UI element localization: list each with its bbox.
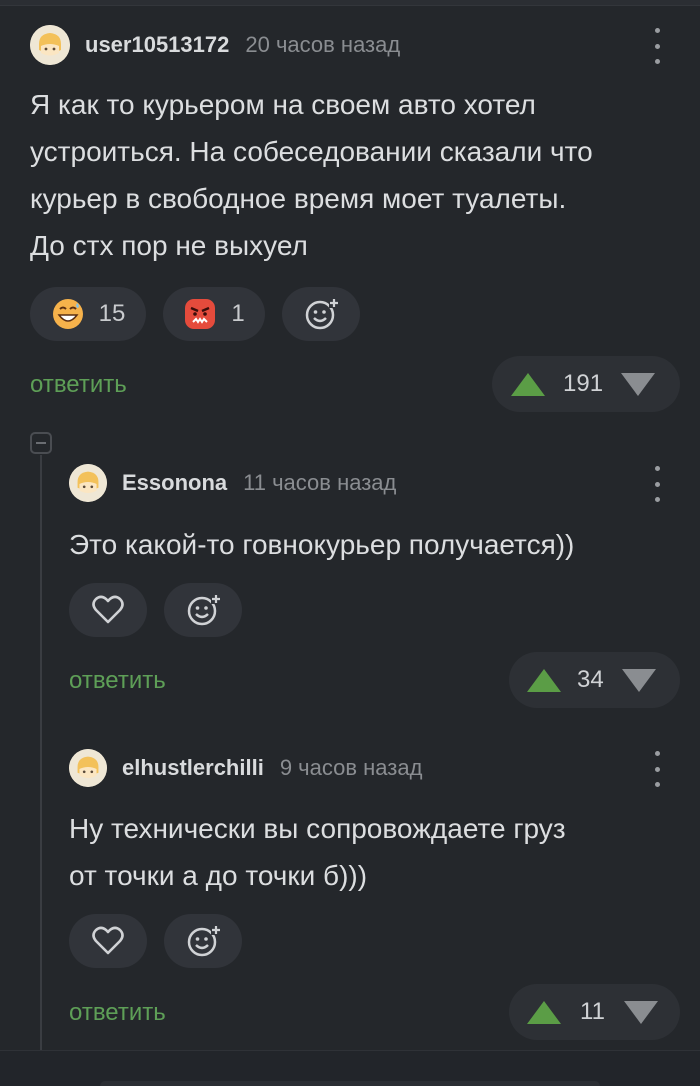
avatar[interactable]: [30, 25, 70, 65]
more-options-icon[interactable]: [650, 751, 664, 787]
reaction-count: 15: [98, 300, 126, 327]
add-reaction-button[interactable]: [164, 583, 242, 637]
rating-value: 11: [580, 998, 605, 1025]
comment-text: Ну технически вы сопровождаете груз от т…: [69, 805, 566, 899]
reply-button[interactable]: ответить: [69, 667, 166, 695]
grinning-sweat-emoji-icon: [52, 299, 83, 329]
upvote-icon[interactable]: [511, 372, 545, 396]
comment-text-line: До стх пор не выхуел: [30, 230, 308, 261]
reaction-count: 1: [231, 300, 245, 327]
comment-header: elhustlerchilli 9 часов назад: [69, 749, 422, 787]
username[interactable]: Essonona: [122, 470, 227, 496]
upvote-icon[interactable]: [527, 668, 561, 692]
reply-button[interactable]: ответить: [69, 999, 166, 1027]
avatar[interactable]: [69, 464, 107, 502]
angry-emoji-icon: [185, 299, 216, 329]
comment-text-line: курьер в свободное время моет туалеты.: [30, 183, 567, 214]
bottom-bar: [0, 1050, 700, 1086]
add-emoji-icon: [305, 298, 339, 330]
add-reaction-button[interactable]: [164, 914, 242, 968]
comment-text: Я как то курьером на своем авто хотел ус…: [30, 81, 593, 269]
rating-control: 34: [509, 652, 680, 708]
rating-control: 11: [509, 984, 680, 1040]
comment-text-line: от точки а до точки б))): [69, 860, 368, 891]
rating-control: 191: [492, 356, 680, 412]
timestamp: 9 часов назад: [279, 755, 423, 780]
downvote-icon[interactable]: [623, 1000, 658, 1024]
avatar-icon: [30, 25, 70, 65]
rating-value: 191: [563, 370, 604, 397]
comment-text-line: Это какой-то говнокурьер получается)): [69, 529, 575, 560]
downvote-icon[interactable]: [621, 668, 656, 692]
reply-button[interactable]: ответить: [30, 371, 127, 399]
add-emoji-icon: [187, 594, 221, 626]
comment-text-line: Ну технически вы сопровождаете груз: [69, 813, 566, 844]
add-reaction-button[interactable]: [282, 287, 360, 341]
like-button[interactable]: [69, 583, 147, 637]
upvote-icon[interactable]: [527, 1000, 561, 1024]
reaction-button[interactable]: 1: [163, 287, 265, 341]
avatar-icon: [69, 749, 107, 787]
heart-icon: [92, 595, 124, 624]
comment-header: user10513172 20 часов назад: [30, 25, 400, 65]
avatar-icon: [69, 464, 107, 502]
top-divider: [0, 0, 700, 6]
thread-line: [40, 455, 42, 1050]
more-options-icon[interactable]: [650, 28, 664, 64]
comment-text-line: Я как то курьером на своем авто хотел: [30, 89, 536, 120]
rating-value: 34: [577, 666, 604, 693]
bottom-handle: [100, 1081, 600, 1086]
comment-text-line: устроиться. На собеседовании сказали что: [30, 136, 593, 167]
collapse-thread-icon[interactable]: [30, 432, 52, 454]
like-button[interactable]: [69, 914, 147, 968]
comment-text: Это какой-то говнокурьер получается)): [69, 521, 574, 568]
username[interactable]: user10513172: [85, 32, 229, 58]
username[interactable]: elhustlerchilli: [122, 755, 264, 781]
timestamp: 20 часов назад: [245, 32, 401, 57]
heart-icon: [92, 926, 124, 955]
reaction-button[interactable]: 15: [30, 287, 146, 341]
add-emoji-icon: [187, 925, 221, 957]
more-options-icon[interactable]: [650, 466, 664, 502]
avatar[interactable]: [69, 749, 107, 787]
comment-header: Essonona 11 часов назад: [69, 464, 396, 502]
timestamp: 11 часов назад: [243, 470, 397, 495]
downvote-icon[interactable]: [621, 372, 656, 396]
